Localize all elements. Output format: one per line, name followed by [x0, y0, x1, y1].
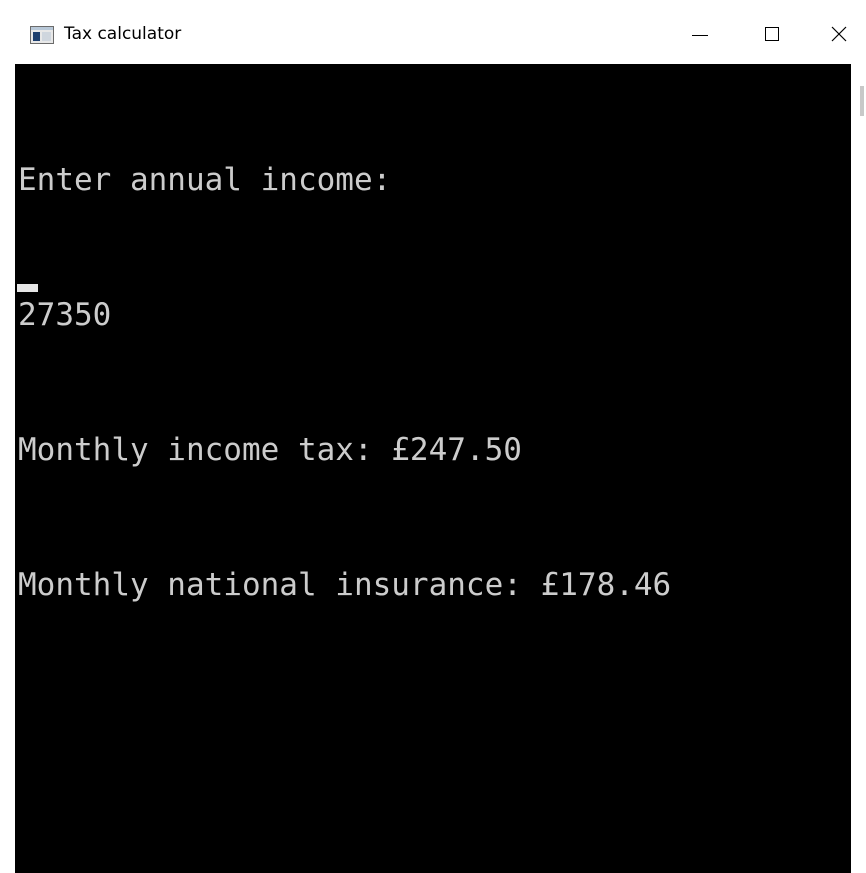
window-title: Tax calculator — [64, 24, 182, 44]
income-input-line: 27350 — [18, 297, 112, 333]
console-app-icon[interactable] — [30, 26, 54, 44]
prompt-line: Enter annual income: — [18, 162, 392, 198]
icon-title-strip — [31, 27, 53, 30]
close-button[interactable] — [810, 0, 866, 64]
console-output-area[interactable]: Enter annual income: 27350 Monthly incom… — [15, 64, 851, 873]
close-icon — [831, 26, 847, 42]
text-cursor — [17, 284, 38, 292]
minimize-icon — [692, 35, 708, 36]
icon-screen-left — [33, 32, 40, 41]
income-tax-line: Monthly income tax: £247.50 — [18, 432, 522, 468]
maximize-icon — [765, 27, 779, 41]
title-bar[interactable]: Tax calculator — [0, 0, 866, 64]
maximize-button[interactable] — [743, 0, 801, 64]
console-window: Tax calculator Enter annual income: 2735… — [0, 0, 866, 873]
national-insurance-line: Monthly national insurance: £178.46 — [18, 567, 672, 603]
vertical-scrollbar[interactable] — [851, 64, 866, 873]
minimize-button[interactable] — [671, 0, 729, 64]
console-text: Enter annual income: 27350 Monthly incom… — [18, 68, 671, 698]
icon-screen-right — [42, 32, 51, 41]
scrollbar-thumb[interactable] — [860, 86, 864, 116]
